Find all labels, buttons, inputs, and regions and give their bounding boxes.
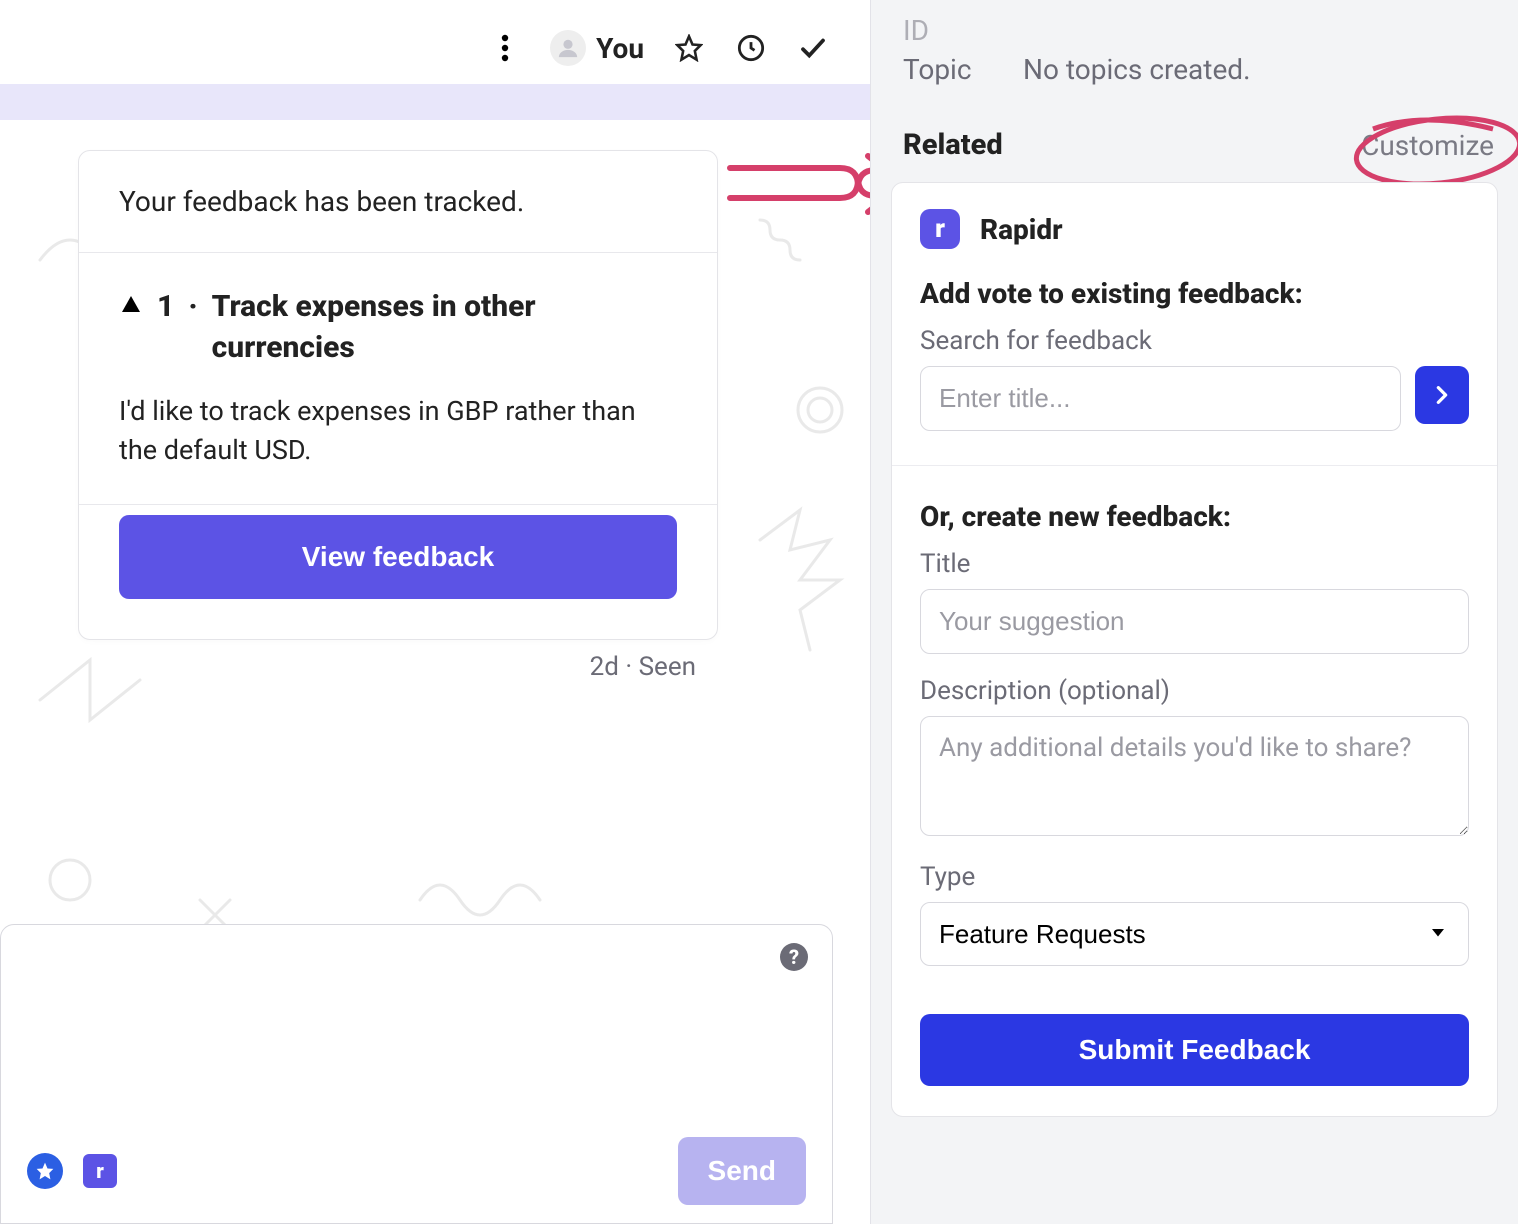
feedback-title-row: 1 · Track expenses in other currencies (119, 287, 677, 368)
avatar-icon (550, 30, 586, 66)
chat-header: You (0, 0, 870, 84)
search-go-button[interactable] (1415, 366, 1469, 424)
id-row: ID (889, 8, 1500, 47)
topic-value: No topics created. (1023, 53, 1250, 86)
clock-icon[interactable] (734, 31, 768, 65)
type-label: Type (920, 862, 1469, 892)
search-input[interactable] (920, 366, 1401, 431)
add-vote-heading: Add vote to existing feedback: (920, 277, 1469, 310)
reply-composer[interactable]: ? r Send (0, 924, 833, 1224)
customize-link[interactable]: Customize (1361, 129, 1494, 162)
message-meta: 2d · Seen (0, 640, 718, 682)
check-icon[interactable] (796, 31, 830, 65)
view-feedback-button[interactable]: View feedback (119, 515, 677, 599)
sender-chip[interactable]: You (550, 30, 644, 66)
rapidr-widget: r Rapidr Add vote to existing feedback: … (891, 182, 1498, 1117)
id-label: ID (903, 14, 993, 47)
divider (892, 465, 1497, 466)
title-label: Title (920, 549, 1469, 579)
rapidr-chip-icon[interactable]: r (83, 1154, 117, 1188)
create-heading: Or, create new feedback: (920, 500, 1469, 533)
search-label: Search for feedback (920, 326, 1469, 356)
description-textarea[interactable] (920, 716, 1469, 836)
tracked-message: Your feedback has been tracked. (119, 185, 677, 218)
details-sidebar: ID Topic No topics created. Related Cust… (870, 0, 1518, 1224)
help-icon[interactable]: ? (780, 943, 808, 971)
rapidr-logo-icon: r (920, 209, 960, 249)
separator-dot: · (188, 287, 197, 328)
upvote-icon (119, 287, 143, 328)
vote-count: 1 (157, 287, 174, 328)
star-icon[interactable] (672, 31, 706, 65)
feedback-card: Your feedback has been tracked. 1 · Trac… (78, 150, 718, 640)
topic-row: Topic No topics created. (889, 47, 1500, 116)
feedback-description: I'd like to track expenses in GBP rather… (119, 392, 677, 470)
chat-pane: You Your feedback has been tracked. (0, 0, 870, 1224)
type-select[interactable]: Feature Requests (920, 902, 1469, 966)
kebab-menu-icon[interactable] (488, 31, 522, 65)
title-input[interactable] (920, 589, 1469, 654)
composer-footer: r Send (1, 1119, 832, 1223)
send-button[interactable]: Send (678, 1137, 806, 1205)
topic-label: Topic (903, 53, 993, 86)
related-section-header: Related Customize (889, 116, 1500, 182)
related-title: Related (903, 128, 1003, 162)
status-bar (0, 84, 870, 120)
widget-name: Rapidr (980, 213, 1063, 246)
feedback-title: Track expenses in other currencies (212, 287, 677, 368)
description-label: Description (optional) (920, 676, 1469, 706)
submit-feedback-button[interactable]: Submit Feedback (920, 1014, 1469, 1086)
star-chip-icon[interactable] (27, 1153, 63, 1189)
sender-name: You (596, 32, 644, 65)
